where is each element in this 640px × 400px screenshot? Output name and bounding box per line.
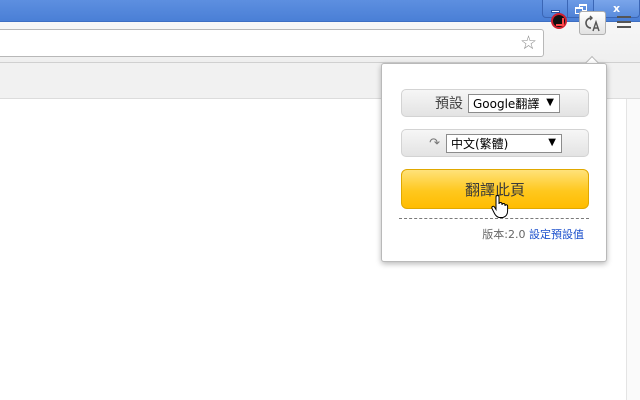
- window-titlebar: x: [0, 0, 640, 22]
- settings-link[interactable]: 設定預設值: [529, 228, 584, 241]
- address-bar[interactable]: ☆: [0, 29, 544, 57]
- translate-extension-icon: [585, 15, 600, 32]
- swap-icon[interactable]: ↷: [402, 136, 446, 151]
- translate-popup: 預設 Google翻譯 ▼ ↷ 中文(繁體) ▼ 翻譯此頁 版本:2.0 設定預…: [381, 63, 607, 262]
- default-label: 預設: [435, 96, 463, 112]
- hamburger-menu-icon[interactable]: [617, 16, 631, 28]
- engine-select[interactable]: Google翻譯 ▼: [468, 93, 560, 113]
- red-arrow-extension-icon[interactable]: [551, 13, 567, 29]
- version-text: 版本:2.0: [482, 228, 526, 241]
- engine-select-value: Google翻譯: [473, 96, 540, 111]
- default-engine-row: 預設 Google翻譯 ▼: [401, 89, 589, 117]
- dropdown-arrow-icon: ▼: [548, 136, 556, 148]
- dropdown-arrow-icon: ▼: [546, 96, 554, 108]
- close-icon: x: [612, 2, 621, 15]
- hand-cursor-icon: [491, 195, 509, 218]
- page-scrollbar[interactable]: [626, 99, 640, 400]
- target-language-row: ↷ 中文(繁體) ▼: [401, 129, 589, 157]
- version-line: 版本:2.0 設定預設值: [482, 226, 584, 242]
- language-select-value: 中文(繁體): [451, 136, 509, 151]
- language-select[interactable]: 中文(繁體) ▼: [446, 133, 562, 153]
- star-icon[interactable]: ☆: [520, 33, 537, 53]
- browser-toolbar: ☆: [0, 22, 640, 63]
- translate-extension-button[interactable]: [579, 11, 606, 35]
